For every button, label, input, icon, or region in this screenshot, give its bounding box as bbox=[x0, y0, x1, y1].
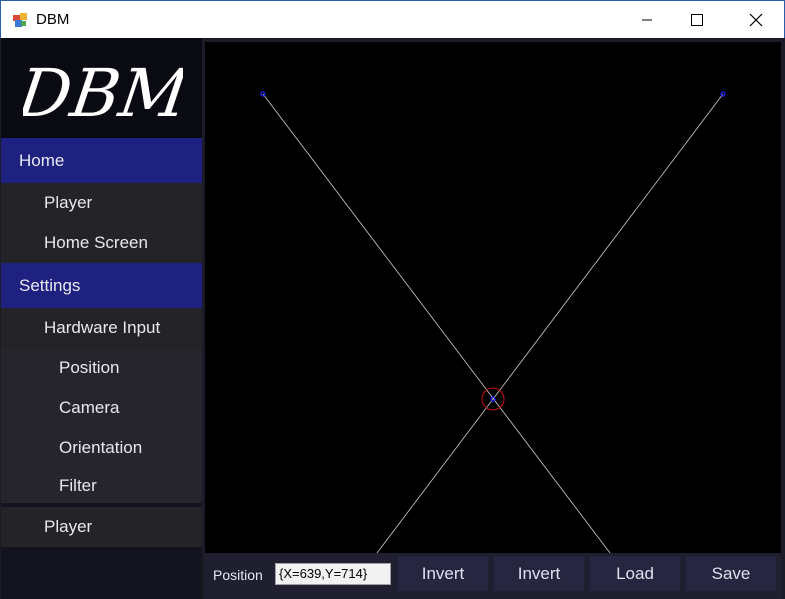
nav-home-screen[interactable]: Home Screen bbox=[1, 223, 202, 263]
maximize-button[interactable] bbox=[674, 1, 720, 39]
nav-orientation-label: Orientation bbox=[59, 438, 143, 457]
nav-home-label: Home bbox=[19, 150, 65, 170]
position-label: Position bbox=[213, 567, 263, 583]
minimize-button[interactable] bbox=[624, 1, 670, 39]
nav-position-label: Position bbox=[59, 358, 120, 377]
nav-home[interactable]: Home bbox=[1, 138, 202, 183]
calibration-line-left bbox=[262, 93, 611, 553]
nav-player-2-label: Player bbox=[44, 517, 93, 536]
dbm-logo: DBM bbox=[23, 54, 183, 128]
logo: DBM bbox=[1, 38, 202, 138]
position-canvas[interactable] bbox=[205, 42, 781, 553]
save-button[interactable]: Save bbox=[686, 556, 776, 591]
title-bar: DBM bbox=[0, 0, 785, 38]
close-icon bbox=[749, 13, 763, 27]
maximize-icon bbox=[691, 14, 703, 26]
logo-text: DBM bbox=[23, 54, 183, 128]
nav-filter[interactable]: Filter bbox=[1, 468, 202, 503]
nav-filter-label: Filter bbox=[59, 475, 97, 495]
invert-y-button[interactable]: Invert bbox=[494, 556, 584, 591]
nav-hardware-input-label: Hardware Input bbox=[44, 318, 161, 337]
window-title: DBM bbox=[36, 11, 70, 28]
main-window: DBM Home Player Home Screen Settings Har… bbox=[0, 38, 785, 599]
nav-home-screen-label: Home Screen bbox=[44, 233, 148, 252]
nav-settings-label: Settings bbox=[19, 275, 81, 295]
nav-camera-label: Camera bbox=[59, 398, 120, 417]
minimize-icon bbox=[642, 19, 652, 21]
sidebar: DBM Home Player Home Screen Settings Har… bbox=[1, 38, 202, 599]
bottom-toolbar: Position {X=639,Y=714} Invert Invert Loa… bbox=[205, 553, 781, 599]
nav-player[interactable]: Player bbox=[1, 183, 202, 223]
nav-player-label: Player bbox=[44, 193, 93, 212]
nav-camera[interactable]: Camera bbox=[1, 388, 202, 428]
canvas-drawing bbox=[260, 91, 726, 553]
invert-x-button[interactable]: Invert bbox=[398, 556, 488, 591]
nav-orientation[interactable]: Orientation bbox=[1, 428, 202, 468]
calibration-line-right bbox=[376, 93, 724, 553]
close-button[interactable] bbox=[733, 1, 779, 39]
nav-settings[interactable]: Settings bbox=[1, 263, 202, 308]
position-field[interactable]: {X=639,Y=714} bbox=[275, 563, 391, 585]
load-button[interactable]: Load bbox=[590, 556, 680, 591]
app-icon bbox=[13, 13, 27, 27]
nav-player-2[interactable]: Player bbox=[1, 507, 202, 547]
nav-position[interactable]: Position bbox=[1, 348, 202, 388]
nav-hardware-input[interactable]: Hardware Input bbox=[1, 308, 202, 348]
